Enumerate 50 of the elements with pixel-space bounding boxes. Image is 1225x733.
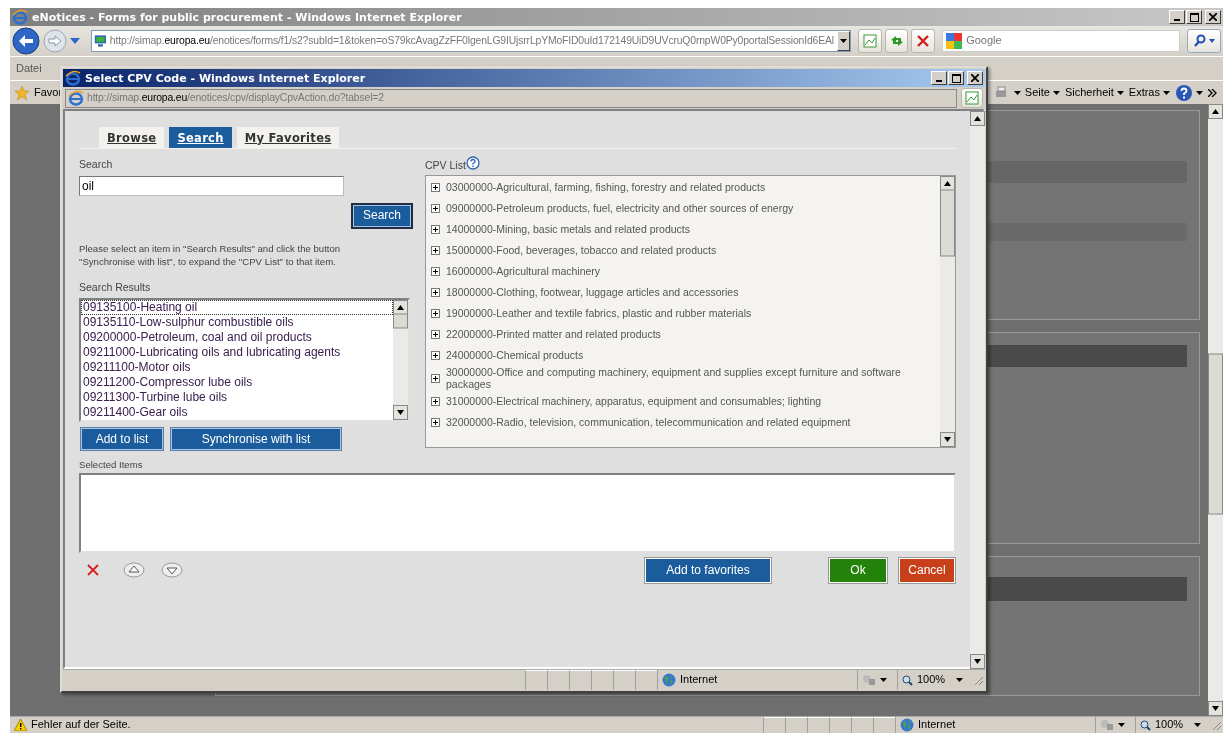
- ok-button[interactable]: Ok: [829, 557, 887, 583]
- tree-item[interactable]: 09000000-Petroleum products, fuel, electricity and other sources of energy: [426, 197, 940, 219]
- favorites-button[interactable]: Favor: [34, 85, 63, 100]
- window-title: Select CPV Code - Windows Internet Explorer: [85, 71, 366, 85]
- tree-item[interactable]: 03000000-Agricultural, farming, fishing, forestry and related products: [426, 176, 940, 198]
- window-title: eNotices - Forms for public procurement - Windows Internet Explorer: [32, 10, 462, 24]
- instruction-text: Please select an item in "Search Results" and click the button "Synchronise with list", to expand the "CPV List" to that item.: [79, 241, 342, 268]
- tree-item[interactable]: 14000000-Mining, basic metals and related products: [426, 218, 940, 240]
- search-field[interactable]: oil: [79, 175, 344, 196]
- search-button[interactable]: Search: [353, 204, 411, 227]
- zoom-level[interactable]: 100%: [1155, 718, 1184, 732]
- result-item[interactable]: 09135110-Low-sulphur combustible oils: [81, 315, 393, 331]
- tab[interactable]: Browse: [99, 127, 165, 148]
- menu-item[interactable]: Datei: [16, 61, 42, 76]
- tree-item[interactable]: 30000000-Office and computing machinery, equipment and supplies except furniture and software packages: [426, 365, 940, 391]
- toolbar-menu[interactable]: Extras: [1128, 85, 1170, 100]
- tree-item[interactable]: 19000000-Leather and textile fabrics, plastic and rubber materials: [426, 302, 940, 324]
- security-zone: Internet: [918, 718, 956, 732]
- result-item[interactable]: 09211400-Gear oils: [81, 405, 393, 421]
- tab[interactable]: Search: [169, 127, 232, 148]
- tree-item[interactable]: 32000000-Radio, television, communication, telecommunication and related equipment: [426, 411, 940, 433]
- tree-item[interactable]: 16000000-Agricultural machinery: [426, 260, 940, 282]
- tree-item[interactable]: 18000000-Clothing, footwear, luggage articles and accessories: [426, 281, 940, 303]
- field-label: CPV List: [425, 159, 466, 172]
- zoom-level[interactable]: 100%: [917, 673, 946, 687]
- url-text: http://simap.europa.eu/enotices/cpv/displayCpvAction.do?tabsel=2: [87, 91, 384, 105]
- field-label: Search Results: [79, 280, 152, 294]
- result-item[interactable]: 09135100-Heating oil: [81, 300, 393, 316]
- tree-item[interactable]: 22000000-Printed matter and related products: [426, 323, 940, 345]
- add-to-list-button[interactable]: Add to list: [81, 428, 163, 451]
- security-zone: Internet: [680, 673, 718, 687]
- result-item[interactable]: 09211000-Lubricating oils and lubricating agents: [81, 345, 393, 361]
- result-item[interactable]: 09200000-Petroleum, coal and oil products: [81, 330, 393, 346]
- toolbar-menu[interactable]: Sicherheit: [1064, 85, 1124, 100]
- favorite-button[interactable]: Add to favorites: [645, 557, 771, 583]
- result-item[interactable]: 09211200-Compressor lube oils: [81, 375, 393, 391]
- field-label: Selected Items: [79, 459, 144, 471]
- url-text: http://simap.europa.eu/enotices/forms/f1/s2?subId=1&token=oS79kcAvagZzFF0lgenLG9IUjsrrLpYMoFID0uId172149UiD9UVcruQ0rnpW0Py0portalSessionId6EAl: [109, 34, 834, 48]
- result-item[interactable]: 09211300-Turbine lube oils: [81, 390, 393, 406]
- tab[interactable]: My Favorites: [236, 127, 340, 148]
- toolbar-menu[interactable]: Seite: [1024, 85, 1060, 100]
- status-message[interactable]: Fehler auf der Seite.: [31, 718, 131, 732]
- synchronise-button[interactable]: Synchronise with list: [171, 428, 341, 451]
- tree-item[interactable]: 24000000-Chemical products: [426, 344, 940, 366]
- tree-item[interactable]: 31000000-Electrical machinery, apparatus, equipment and consumables; lighting: [426, 390, 940, 412]
- result-item[interactable]: 09211100-Motor oils: [81, 360, 393, 376]
- field-label: Search: [79, 158, 114, 171]
- cancel-button[interactable]: Cancel: [899, 557, 955, 583]
- tree-item[interactable]: 15000000-Food, beverages, tobacco and related products: [426, 239, 940, 261]
- search-bar[interactable]: Google: [942, 30, 1181, 52]
